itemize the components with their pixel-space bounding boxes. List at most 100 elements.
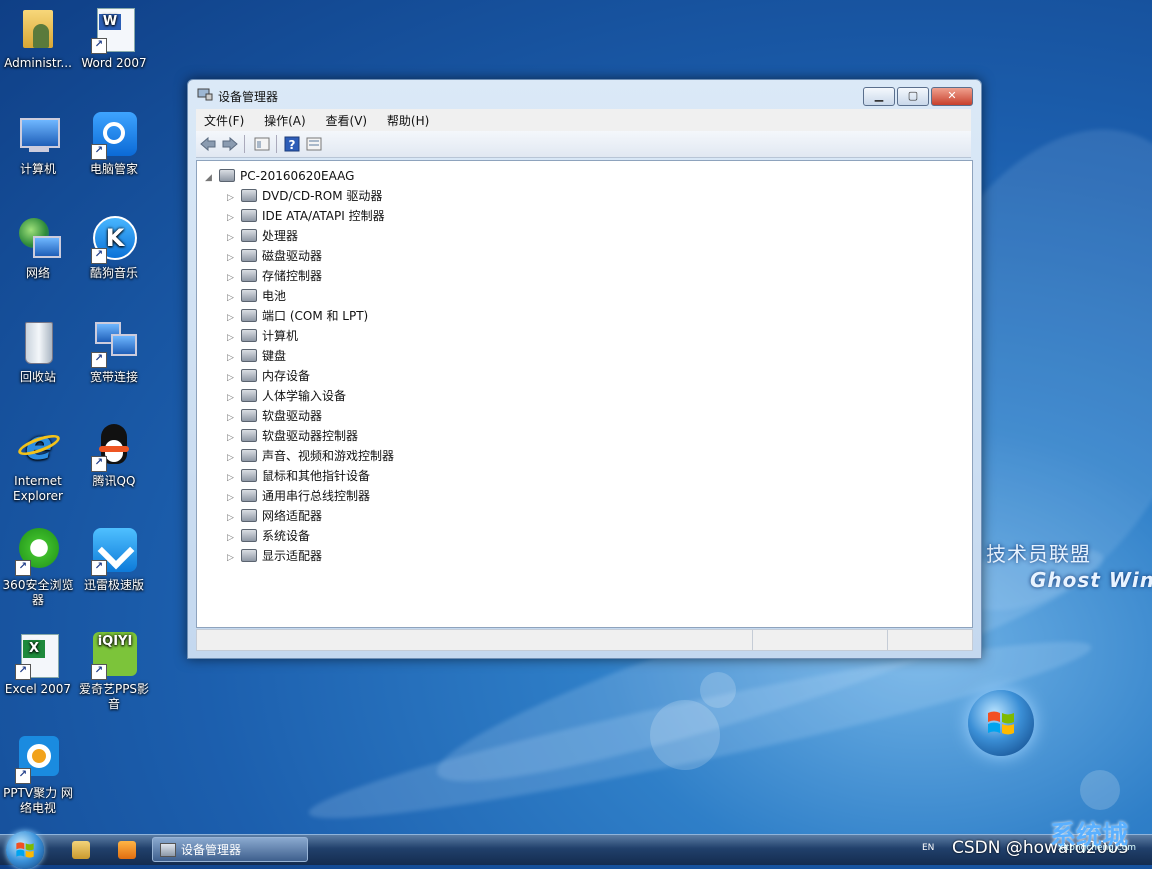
tree-item-label: 鼠标和其他指针设备 [262,469,371,483]
tree-item[interactable]: ▷ 软盘驱动器控制器 [227,426,358,446]
desktop-icon-broadband[interactable]: ↗ 宽带连接 [76,320,152,385]
tree-item[interactable]: ▷ 通用串行总线控制器 [227,486,370,506]
expand-arrow-icon[interactable]: ▷ [227,528,237,548]
help-icon[interactable]: ? [284,136,300,152]
desktop-icon-excel-2007[interactable]: X ↗ Excel 2007 [0,632,76,697]
desktop-icon-word-2007[interactable]: W ↗ Word 2007 [76,6,152,71]
expand-arrow-icon[interactable]: ▷ [227,468,237,488]
device-category-icon [241,189,257,202]
status-bar [196,629,973,651]
tree-item-label: 网络适配器 [262,509,323,523]
properties-icon[interactable] [254,136,270,152]
desktop-icon-network[interactable]: 网络 [0,216,76,281]
tree-item[interactable]: ▷ 人体学输入设备 [227,386,346,406]
wallpaper-watermark-cn: 技术员联盟 [986,542,1091,566]
expand-arrow-icon[interactable]: ▷ [227,328,237,348]
device-category-icon [241,389,257,402]
close-button[interactable]: ✕ [931,87,973,106]
expand-arrow-icon[interactable]: ▷ [227,268,237,288]
menu-action[interactable]: 操作(A) [256,109,314,132]
desktop-icon-computer[interactable]: 计算机 [0,112,76,177]
collapse-arrow-icon[interactable]: ◢ [205,168,215,188]
expand-arrow-icon[interactable]: ▷ [227,228,237,248]
media-player-quicklaunch-icon[interactable] [118,841,136,859]
desktop-icon-iqiyi-pps[interactable]: iQIYI ↗ 爱奇艺PPS影音 [76,632,152,712]
expand-arrow-icon[interactable]: ▷ [227,428,237,448]
tree-item[interactable]: ▷ DVD/CD-ROM 驱动器 [227,186,382,206]
desktop-icon-kugou[interactable]: K ↗ 酷狗音乐 [76,216,152,281]
forward-arrow-icon[interactable] [222,136,238,152]
pptv-icon: ↗ [15,736,61,784]
desktop-icon-internet-explorer[interactable]: e Internet Explorer [0,424,76,504]
tree-item[interactable]: ▷ 处理器 [227,226,298,246]
site-url: xitongcheng.com [1058,843,1136,853]
qq-icon: ↗ [91,424,137,472]
windows-start-icon [16,842,34,858]
maximize-button[interactable]: ▢ [897,87,929,106]
device-category-icon [241,549,257,562]
desktop-icon-pptv[interactable]: ↗ PPTV聚力 网络电视 [0,736,76,816]
tree-item[interactable]: ▷ 声音、视频和游戏控制器 [227,446,394,466]
tree-item[interactable]: ▷ 端口 (COM 和 LPT) [227,306,368,326]
start-button[interactable] [6,831,44,869]
expand-arrow-icon[interactable]: ▷ [227,248,237,268]
tree-item-label: IDE ATA/ATAPI 控制器 [262,209,385,223]
tree-item[interactable]: ▷ 磁盘驱动器 [227,246,322,266]
desktop-icon-thunder[interactable]: ↗ 迅雷极速版 [76,528,152,593]
back-arrow-icon[interactable] [200,136,216,152]
expand-arrow-icon[interactable]: ▷ [227,448,237,468]
tree-item[interactable]: ▷ 计算机 [227,326,298,346]
expand-arrow-icon[interactable]: ▷ [227,368,237,388]
expand-arrow-icon[interactable]: ▷ [227,548,237,568]
tree-item[interactable]: ▷ 鼠标和其他指针设备 [227,466,370,486]
tree-item[interactable]: ▷ 网络适配器 [227,506,322,526]
view-icon[interactable] [306,136,322,152]
pc-manager-icon: ↗ [91,112,137,160]
folder-user-icon [15,6,61,52]
menu-help[interactable]: 帮助(H) [379,109,437,132]
device-manager-window[interactable]: 设备管理器 ▁ ▢ ✕ 文件(F) 操作(A) 查看(V) 帮助(H) ? ◢ … [187,79,982,659]
tree-item[interactable]: ▷ 系统设备 [227,526,310,546]
desktop-icon-qq[interactable]: ↗ 腾讯QQ [76,424,152,489]
desktop-icon-360-browser[interactable]: ↗ 360安全浏览器 [0,528,76,608]
minimize-button[interactable]: ▁ [863,87,895,106]
expand-arrow-icon[interactable]: ▷ [227,308,237,328]
tree-item-label: 软盘驱动器 [262,409,323,423]
expand-arrow-icon[interactable]: ▷ [227,508,237,528]
tree-item[interactable]: ▷ 电池 [227,286,286,306]
explorer-quicklaunch-icon[interactable] [72,841,90,859]
pc-icon [219,169,235,182]
360-browser-icon: ↗ [15,528,61,576]
expand-arrow-icon[interactable]: ▷ [227,348,237,368]
tree-item[interactable]: ▷ IDE ATA/ATAPI 控制器 [227,206,385,226]
desktop-icon-recycle-bin[interactable]: 回收站 [0,320,76,385]
expand-arrow-icon[interactable]: ▷ [227,488,237,508]
menu-file[interactable]: 文件(F) [196,109,252,132]
tree-item[interactable]: ▷ 键盘 [227,346,286,366]
tree-item-label: 声音、视频和游戏控制器 [262,449,395,463]
device-category-icon [241,269,257,282]
device-category-icon [241,469,257,482]
expand-arrow-icon[interactable]: ▷ [227,188,237,208]
device-category-icon [241,449,257,462]
toolbar: ? [196,131,971,158]
menu-view[interactable]: 查看(V) [318,109,376,132]
expand-arrow-icon[interactable]: ▷ [227,208,237,228]
tree-root[interactable]: ◢ PC-20160620EAAG [205,166,354,186]
tree-item[interactable]: ▷ 存储控制器 [227,266,322,286]
expand-arrow-icon[interactable]: ▷ [227,288,237,308]
desktop-icon-pc-manager[interactable]: ↗ 电脑管家 [76,112,152,177]
device-category-icon [241,489,257,502]
device-tree[interactable]: ◢ PC-20160620EAAG ▷ DVD/CD-ROM 驱动器 ▷ IDE ATA… [196,160,973,628]
tree-item[interactable]: ▷ 软盘驱动器 [227,406,322,426]
taskbar-item-device-manager[interactable]: 设备管理器 [152,837,308,862]
tree-item[interactable]: ▷ 内存设备 [227,366,310,386]
title-bar[interactable]: 设备管理器 ▁ ▢ ✕ [188,80,981,108]
tree-item[interactable]: ▷ 显示适配器 [227,546,322,566]
expand-arrow-icon[interactable]: ▷ [227,408,237,428]
desktop-icon-administrator[interactable]: Administr... [0,6,76,71]
device-category-icon [241,289,257,302]
expand-arrow-icon[interactable]: ▷ [227,388,237,408]
window-title: 设备管理器 [218,90,279,104]
language-indicator[interactable]: EN [922,843,934,853]
